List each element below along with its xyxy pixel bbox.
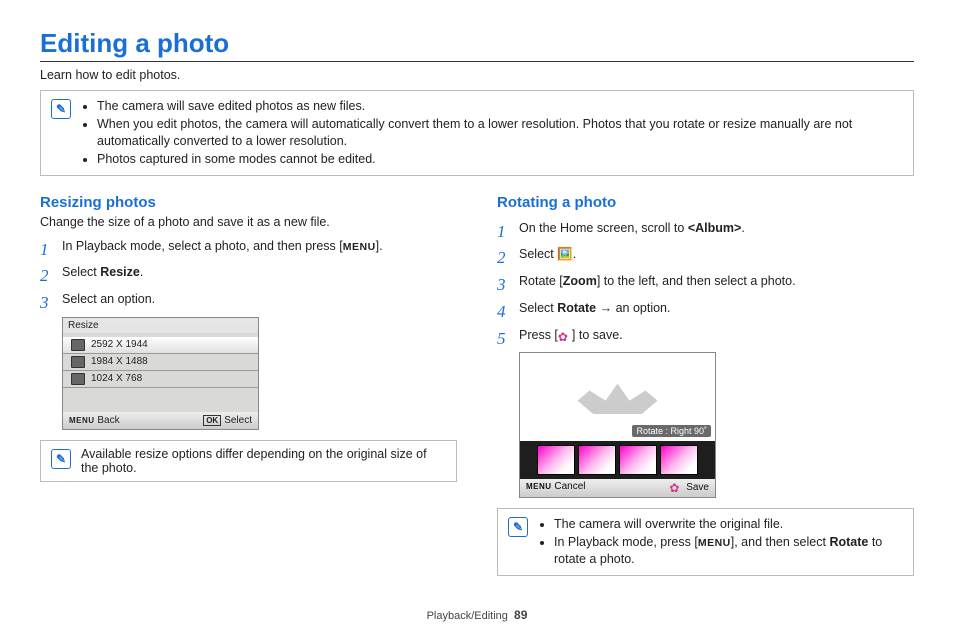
rotate-note-item: The camera will overwrite the original f… — [554, 516, 903, 533]
ok-icon: OK — [203, 415, 221, 426]
top-note-box: ✎ The camera will save edited photos as … — [40, 90, 914, 176]
rotate-step-5: Press [] to save. — [497, 326, 914, 345]
rotate-step-2: Select 🖼️. — [497, 245, 914, 264]
resize-option-row: 2592 X 1944 — [63, 337, 258, 354]
menu-button-label: MENU — [526, 482, 552, 491]
note-icon: ✎ — [51, 449, 71, 469]
thumbnail — [619, 445, 657, 475]
resize-note-text: Available resize options differ dependin… — [81, 447, 446, 475]
thumbnail — [578, 445, 616, 475]
rotate-step-4: Select Rotate → an option. — [497, 299, 914, 318]
thumbnail — [660, 445, 698, 475]
heading-resizing: Resizing photos — [40, 194, 457, 211]
rotate-tooltip: Rotate : Right 90˚ — [632, 425, 711, 437]
rotate-step-3: Rotate [Zoom] to the left, and then sele… — [497, 272, 914, 291]
page-footer: Playback/Editing 89 — [40, 608, 914, 622]
resize-step-3: Select an option. — [40, 290, 457, 309]
image-icon — [71, 373, 85, 385]
resize-dialog-title: Resize — [63, 318, 258, 333]
note-icon: ✎ — [508, 517, 528, 537]
resize-option-row: 1024 X 768 — [63, 371, 258, 388]
rotate-note-item: In Playback mode, press [MENU], and then… — [554, 534, 903, 568]
preview-image — [578, 380, 658, 414]
resize-note-box: ✎ Available resize options differ depend… — [40, 440, 457, 482]
menu-button-label: MENU — [343, 241, 376, 253]
thumbnail-strip — [520, 441, 715, 479]
top-note-item: When you edit photos, the camera will au… — [97, 116, 903, 150]
resize-dialog: Resize 2592 X 1944 1984 X 1488 1024 X 76… — [62, 317, 259, 430]
menu-button-label: MENU — [69, 416, 95, 425]
top-note-item: Photos captured in some modes cannot be … — [97, 151, 903, 168]
resize-step-2: Select Resize. — [40, 263, 457, 282]
resize-option-row: 1984 X 1488 — [63, 354, 258, 371]
note-icon: ✎ — [51, 99, 71, 119]
resize-step-1: In Playback mode, select a photo, and th… — [40, 237, 457, 256]
rotate-step-1: On the Home screen, scroll to <Album>. — [497, 219, 914, 238]
column-resizing: Resizing photos Change the size of a pho… — [40, 190, 457, 590]
rotate-preview: Rotate : Right 90˚ MENU Cancel Save — [519, 352, 716, 498]
image-icon — [71, 339, 85, 351]
intro-text: Learn how to edit photos. — [40, 68, 914, 82]
column-rotating: Rotating a photo On the Home screen, scr… — [497, 190, 914, 590]
resizing-sub: Change the size of a photo and save it a… — [40, 215, 457, 229]
menu-button-label: MENU — [698, 537, 731, 549]
flower-icon — [669, 481, 683, 495]
image-icon — [71, 356, 85, 368]
top-note-item: The camera will save edited photos as ne… — [97, 98, 903, 115]
rotate-note-box: ✎ The camera will overwrite the original… — [497, 508, 914, 576]
album-icon: 🖼️ — [557, 247, 573, 261]
flower-icon — [558, 328, 572, 342]
heading-rotating: Rotating a photo — [497, 194, 914, 211]
thumbnail — [537, 445, 575, 475]
page-title: Editing a photo — [40, 28, 914, 59]
title-rule — [40, 61, 914, 62]
